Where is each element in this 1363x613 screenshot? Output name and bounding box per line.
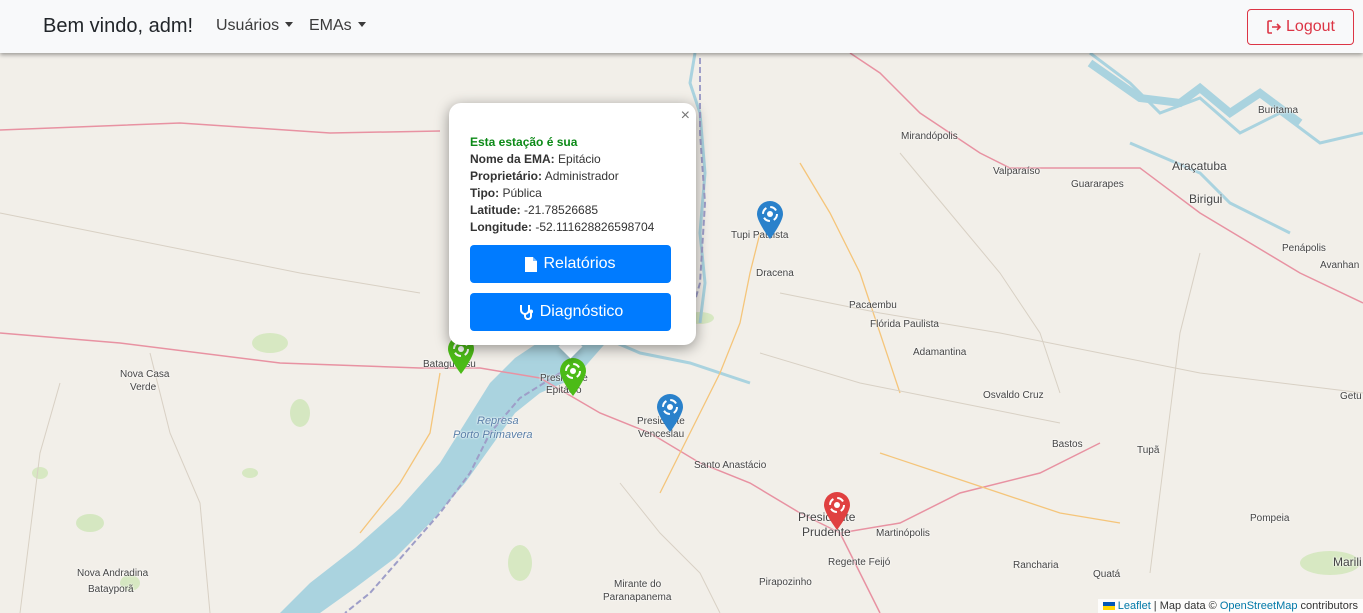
menu-usuarios[interactable]: Usuários [216, 17, 294, 35]
ema-name-row: Nome da EMA: Epitácio [470, 151, 654, 168]
leaflet-link[interactable]: Leaflet [1118, 600, 1151, 612]
close-icon[interactable]: × [681, 107, 690, 125]
navbar: Bem vindo, adm! Usuários EMAs Logout [0, 0, 1363, 53]
ema-lat-row: Latitude: -21.78526685 [470, 202, 654, 219]
place-label: Nova Casa [120, 369, 170, 380]
place-label: Adamantina [913, 347, 967, 358]
place-label: Pirapozinho [759, 577, 812, 588]
map-attribution: Leaflet | Map data © OpenStreetMap contr… [1097, 599, 1363, 613]
place-label: Mirandópolis [901, 131, 958, 142]
sign-out-icon [1267, 20, 1282, 34]
logout-label: Logout [1286, 18, 1335, 35]
place-label: Valparaíso [993, 166, 1041, 177]
stethoscope-icon [519, 305, 533, 320]
ema-owner-row: Proprietário: Administrador [470, 168, 654, 185]
place-label: Penápolis [1282, 243, 1326, 254]
ema-owner-value: Administrador [542, 169, 619, 183]
reports-button[interactable]: Relatórios [470, 245, 671, 283]
navbar-brand[interactable]: Bem vindo, adm! [43, 15, 193, 38]
osm-link[interactable]: OpenStreetMap [1220, 600, 1298, 612]
place-label: Regente Feijó [828, 557, 891, 568]
place-label: Tupã [1137, 445, 1160, 456]
ema-lat-label: Latitude: [470, 203, 521, 217]
menu-emas-label: EMAs [309, 17, 352, 34]
logout-button[interactable]: Logout [1247, 9, 1354, 45]
ema-lon-row: Longitude: -52.111628826598704 [470, 219, 654, 236]
diagnostic-button[interactable]: Diagnóstico [470, 293, 671, 331]
place-label: Getu [1340, 391, 1362, 402]
place-label: Quatá [1093, 569, 1121, 580]
place-label: Martinópolis [876, 528, 930, 539]
place-label: Pompeia [1250, 513, 1290, 524]
place-label: Paranapanema [603, 592, 672, 603]
reports-label: Relatórios [543, 255, 616, 272]
chevron-down-icon [357, 22, 366, 27]
ownership-note: Esta estação é sua [470, 135, 578, 149]
place-label: Represa [477, 415, 519, 427]
file-icon [525, 256, 538, 272]
ema-marker-public[interactable] [755, 200, 785, 240]
chevron-down-icon [285, 22, 294, 27]
place-label: Araçatuba [1172, 159, 1227, 173]
ema-marker-other[interactable] [822, 491, 852, 531]
place-label: Marili [1333, 555, 1362, 569]
ema-marker-public[interactable] [655, 393, 685, 433]
popup-content: Esta estação é sua Nome da EMA: Epitácio… [470, 134, 654, 236]
menu-usuarios-label: Usuários [216, 17, 280, 34]
ema-type-value: Pública [499, 186, 542, 200]
place-label: Bastos [1052, 439, 1083, 450]
place-label: Birigui [1189, 192, 1223, 206]
place-label: Rancharia [1013, 560, 1059, 571]
ema-lon-value: -52.111628826598704 [531, 220, 655, 234]
place-label: Osvaldo Cruz [983, 390, 1044, 401]
diagnostic-label: Diagnóstico [539, 303, 624, 320]
place-label: Flórida Paulista [870, 319, 939, 330]
place-label: Mirante do [614, 579, 662, 590]
place-label: Nova Andradina [77, 568, 149, 579]
ema-owner-label: Proprietário: [470, 169, 543, 183]
ema-lon-label: Longitude: [470, 220, 532, 234]
attribution-text: | Map data © [1150, 600, 1220, 612]
place-label: Dracena [756, 268, 794, 279]
ema-name-label: Nome da EMA: [470, 152, 555, 166]
ema-lat-value: -21.78526685 [520, 203, 599, 217]
place-label: Guararapes [1071, 179, 1124, 190]
place-label: Verde [130, 382, 157, 393]
ema-type-label: Tipo: [470, 186, 500, 200]
ema-marker-own[interactable] [558, 357, 588, 397]
ema-type-row: Tipo: Pública [470, 185, 654, 202]
attribution-contributors: contributors [1297, 600, 1358, 612]
menu-emas[interactable]: EMAs [309, 17, 366, 35]
place-label: Porto Primavera [453, 429, 533, 441]
ema-popup: × Esta estação é sua Nome da EMA: Epitác… [449, 103, 696, 345]
ukraine-flag-icon [1102, 602, 1115, 610]
place-label: Santo Anastácio [694, 460, 767, 471]
place-label: Buritama [1258, 105, 1299, 116]
ema-name-value: Epitácio [554, 152, 601, 166]
place-label: Pacaembu [849, 300, 897, 311]
place-label: Batayporã [88, 584, 134, 595]
place-label: Avanhan [1320, 260, 1360, 271]
